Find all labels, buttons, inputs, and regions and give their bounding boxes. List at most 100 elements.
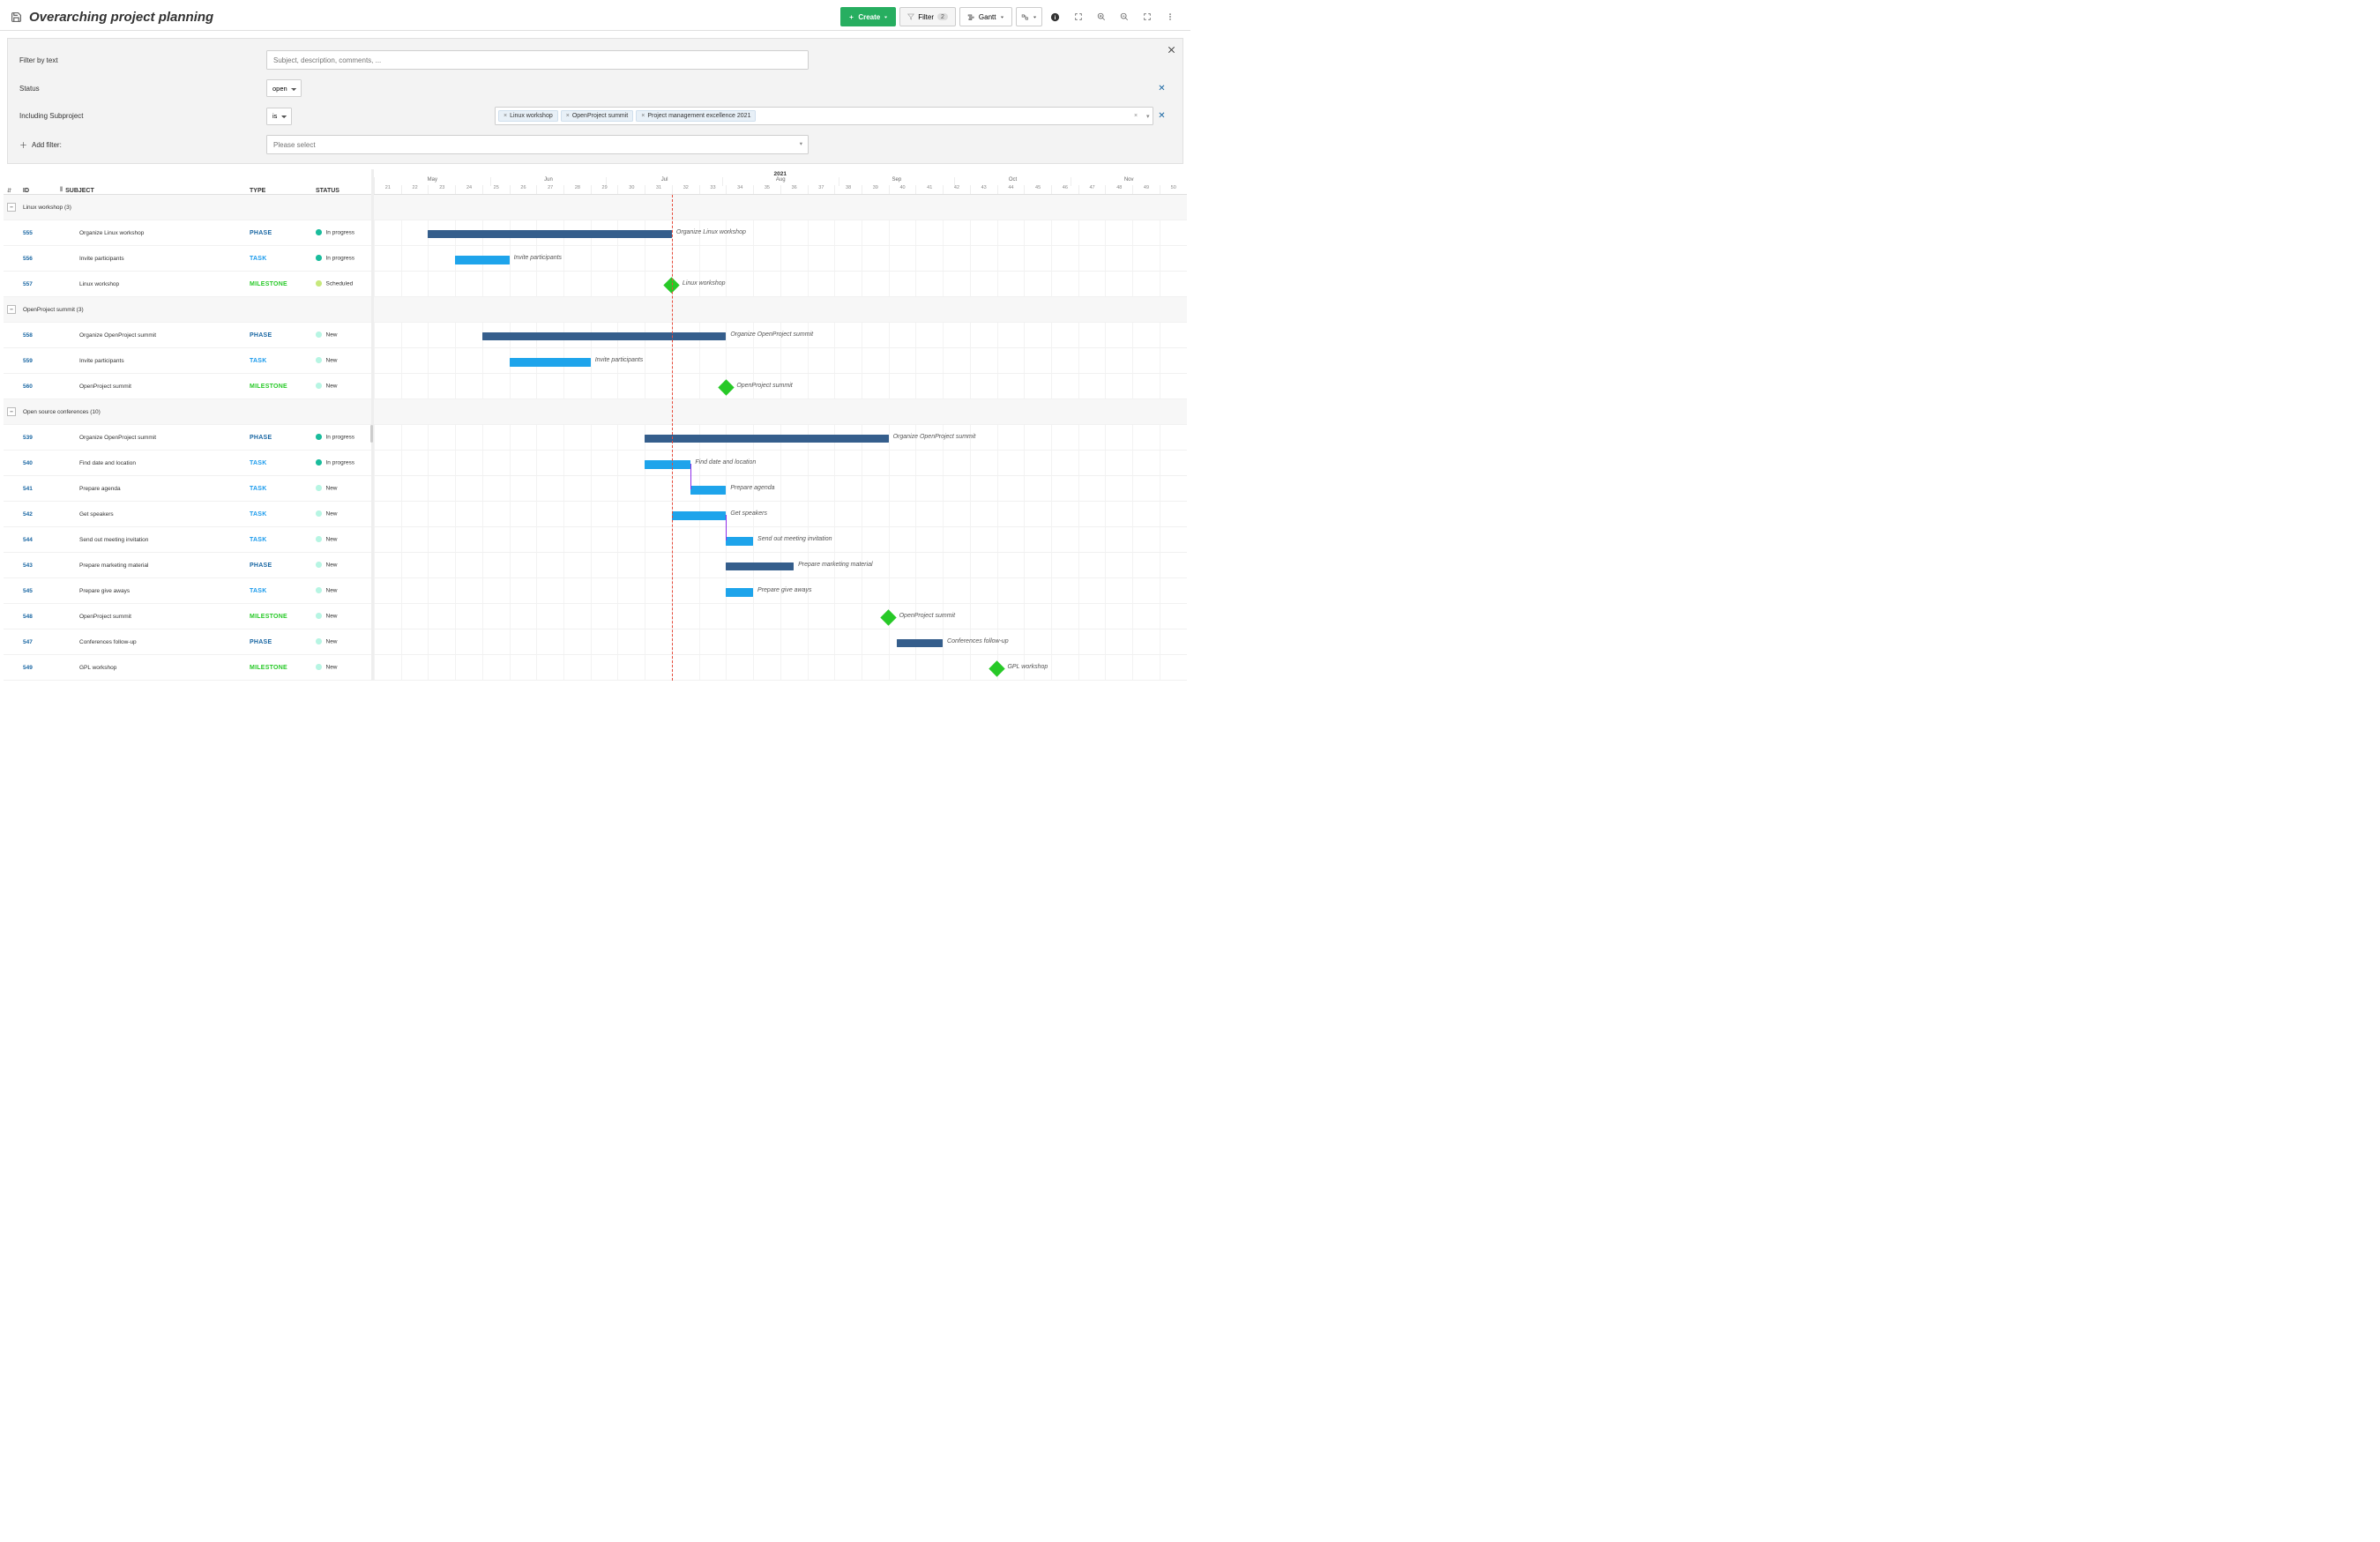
wp-id-link[interactable]: 556 (23, 256, 33, 262)
table-row[interactable]: 539 Organize OpenProject summit PHASE In… (4, 425, 371, 451)
table-row[interactable]: 555 Organize Linux workshop PHASE In pro… (4, 220, 371, 246)
filter-text-input[interactable] (266, 50, 809, 70)
close-filter-icon[interactable] (1167, 45, 1176, 55)
wp-id-link[interactable]: 545 (23, 588, 33, 594)
filter-button[interactable]: Filter 2 (899, 7, 956, 26)
chip-dropdown-icon[interactable]: ▾ (1146, 113, 1150, 120)
gantt-bar[interactable] (726, 562, 794, 570)
zoom-out-icon[interactable] (1115, 7, 1134, 26)
table-row[interactable]: 548 OpenProject summit MILESTONE New (4, 604, 371, 629)
col-type[interactable]: TYPE (250, 188, 316, 194)
wp-id-link[interactable]: 540 (23, 460, 33, 466)
create-button[interactable]: Create (840, 7, 896, 26)
wp-subject: Invite participants (60, 358, 250, 364)
gantt-bar[interactable] (897, 639, 943, 647)
more-actions-icon[interactable] (1160, 7, 1180, 26)
gantt-bar[interactable] (690, 486, 726, 495)
gantt-bar[interactable] (672, 511, 726, 520)
chip-remove-icon[interactable]: × (641, 113, 645, 119)
wp-id-link[interactable]: 549 (23, 665, 33, 671)
gantt-bar[interactable] (726, 588, 753, 597)
gantt-bar[interactable] (726, 537, 753, 546)
gantt-bar[interactable] (645, 435, 888, 443)
table-row[interactable]: 541 Prepare agenda TASK New (4, 476, 371, 502)
wp-id-link[interactable]: 539 (23, 435, 33, 441)
wp-id-link[interactable]: 543 (23, 562, 33, 569)
zoom-fit-icon[interactable] (1069, 7, 1088, 26)
wp-id-link[interactable]: 555 (23, 230, 33, 236)
col-id[interactable]: ID (23, 188, 60, 194)
table-row[interactable]: 545 Prepare give aways TASK New (4, 578, 371, 604)
wp-type: PHASE (250, 332, 272, 339)
group-row[interactable]: − Open source conferences (10) (4, 399, 371, 425)
wp-id-link[interactable]: 558 (23, 332, 33, 339)
chip-openproject-summit[interactable]: ×OpenProject summit (561, 110, 634, 122)
table-row[interactable]: 547 Conferences follow-up PHASE New (4, 629, 371, 655)
chip-remove-icon[interactable]: × (504, 113, 507, 119)
gantt-week: 22 (401, 185, 429, 194)
gantt-bar[interactable] (645, 460, 690, 469)
gantt-milestone[interactable] (989, 660, 1004, 676)
subproject-op-select[interactable]: is (266, 108, 292, 125)
gantt-view-button[interactable]: Gantt (959, 7, 1012, 26)
chevron-down-icon: ▾ (800, 140, 802, 147)
table-row[interactable]: 542 Get speakers TASK New (4, 502, 371, 527)
table-row[interactable]: 556 Invite participants TASK In progress (4, 246, 371, 272)
table-row[interactable]: 558 Organize OpenProject summit PHASE Ne… (4, 323, 371, 348)
fullscreen-icon[interactable] (1138, 7, 1157, 26)
chip-linux-workshop[interactable]: ×Linux workshop (498, 110, 558, 122)
table-row[interactable]: 557 Linux workshop MILESTONE Scheduled (4, 272, 371, 297)
sort-icon[interactable]: ⇵ (7, 189, 11, 194)
table-row[interactable]: 543 Prepare marketing material PHASE New (4, 553, 371, 578)
chip-clear-all-icon[interactable]: × (1134, 113, 1138, 120)
gantt-bar[interactable] (455, 256, 509, 264)
gantt-bar[interactable] (482, 332, 726, 340)
gantt-week: 40 (889, 185, 916, 194)
add-filter-icon[interactable]: ＋ (19, 139, 27, 151)
clear-subproject-icon[interactable]: ✕ (1153, 111, 1171, 121)
collapse-icon[interactable]: − (7, 407, 16, 416)
chip-pm-excellence[interactable]: ×Project management excellence 2021 (636, 110, 756, 122)
save-icon[interactable] (11, 11, 22, 23)
column-resize-handle[interactable] (370, 425, 373, 443)
table-row[interactable]: 560 OpenProject summit MILESTONE New (4, 374, 371, 399)
wp-id-link[interactable]: 542 (23, 511, 33, 518)
clear-status-icon[interactable]: ✕ (1153, 84, 1171, 93)
wp-status: New (326, 332, 338, 339)
auto-schedule-button[interactable] (1016, 7, 1042, 26)
table-row[interactable]: 559 Invite participants TASK New (4, 348, 371, 374)
col-status[interactable]: STATUS (316, 188, 368, 194)
collapse-icon[interactable]: − (7, 305, 16, 314)
gantt-bar-label: Prepare give aways (757, 587, 811, 593)
col-subject[interactable]: ⦀SUBJECT (60, 187, 250, 194)
wp-id-link[interactable]: 541 (23, 486, 33, 492)
gantt-bar-label: OpenProject summit (899, 613, 955, 619)
wp-id-link[interactable]: 548 (23, 614, 33, 620)
gantt-bar[interactable] (510, 358, 591, 367)
gantt-bar[interactable] (428, 230, 671, 238)
chip-remove-icon[interactable]: × (566, 113, 570, 119)
add-filter-select[interactable] (266, 135, 809, 154)
group-row[interactable]: − OpenProject summit (3) (4, 297, 371, 323)
gantt-week: 47 (1078, 185, 1106, 194)
subproject-chipbox[interactable]: ×Linux workshop ×OpenProject summit ×Pro… (495, 107, 1153, 125)
gantt-week: 33 (699, 185, 727, 194)
collapse-icon[interactable]: − (7, 203, 16, 212)
gantt-lane: Invite participants (374, 348, 1187, 374)
info-icon[interactable]: i (1046, 7, 1065, 26)
table-row[interactable]: 544 Send out meeting invitation TASK New (4, 527, 371, 553)
wp-id-link[interactable]: 559 (23, 358, 33, 364)
wp-id-link[interactable]: 557 (23, 281, 33, 287)
wp-id-link[interactable]: 560 (23, 384, 33, 390)
zoom-in-icon[interactable] (1092, 7, 1111, 26)
gantt-milestone[interactable] (880, 609, 896, 625)
gantt-bar-label: Prepare marketing material (798, 562, 872, 568)
wp-id-link[interactable]: 547 (23, 639, 33, 645)
table-row[interactable]: 549 GPL workshop MILESTONE New (4, 655, 371, 681)
status-select[interactable]: open (266, 79, 302, 97)
group-row[interactable]: − Linux workshop (3) (4, 195, 371, 220)
table-row[interactable]: 540 Find date and location TASK In progr… (4, 451, 371, 476)
gantt-milestone[interactable] (718, 379, 734, 395)
wp-id-link[interactable]: 544 (23, 537, 33, 543)
status-dot (316, 459, 322, 466)
